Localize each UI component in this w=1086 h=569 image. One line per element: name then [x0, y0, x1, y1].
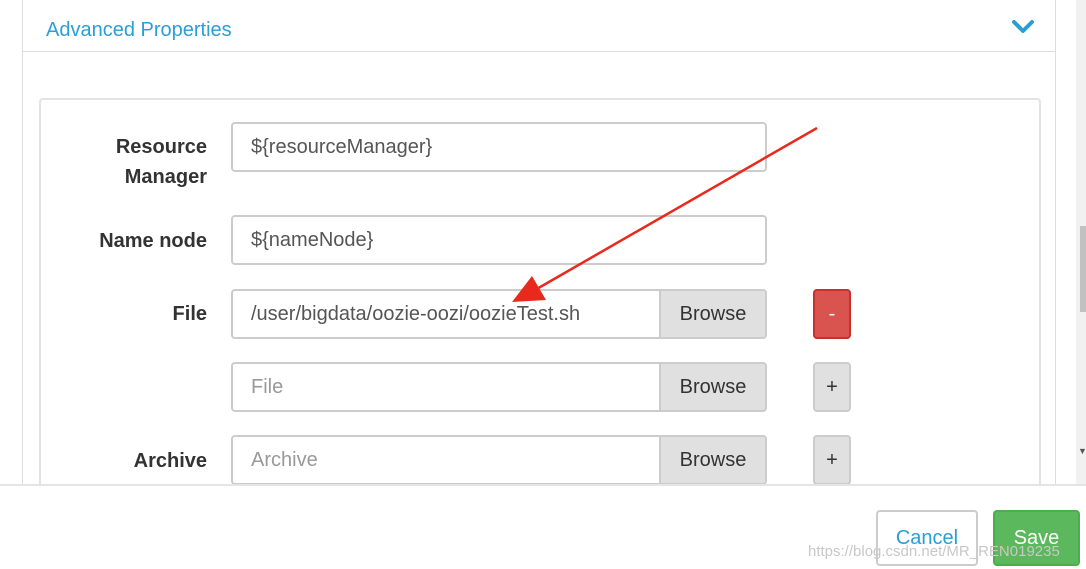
- file-input-empty[interactable]: File: [231, 362, 659, 412]
- file-label: File: [172, 303, 207, 325]
- archive-input-group: Archive Browse: [231, 435, 767, 484]
- add-archive-button[interactable]: +: [813, 435, 851, 484]
- modal-footer: Cancel Save https://blog.csdn.net/MR_REN…: [0, 484, 1086, 569]
- archive-input[interactable]: Archive: [231, 435, 659, 484]
- panel-heading[interactable]: Advanced Properties: [23, 8, 1055, 52]
- file-browse-button-2[interactable]: Browse: [659, 362, 767, 412]
- remove-file-button[interactable]: -: [813, 289, 851, 339]
- scroll-down-arrow-icon[interactable]: ▼: [1078, 446, 1086, 456]
- panel-title[interactable]: Advanced Properties: [46, 19, 232, 42]
- resource-manager-input[interactable]: ${resourceManager}: [231, 122, 767, 172]
- resource-manager-label: Resource Manager: [115, 136, 207, 188]
- file-input-group: /user/bigdata/oozie-oozi/oozieTest.sh Br…: [231, 289, 767, 339]
- add-file-button[interactable]: +: [813, 362, 851, 412]
- file-browse-button[interactable]: Browse: [659, 289, 767, 339]
- name-node-label: Name node: [99, 230, 207, 252]
- name-node-input[interactable]: ${nameNode}: [231, 215, 767, 265]
- chevron-down-icon[interactable]: [1011, 18, 1035, 36]
- advanced-properties-panel: Advanced Properties Resource Manager ${r…: [22, 0, 1056, 484]
- properties-form: Resource Manager ${resourceManager} Name…: [39, 98, 1041, 484]
- watermark: https://blog.csdn.net/MR_REN019235: [808, 543, 1060, 560]
- file-input-group-2: File Browse: [231, 362, 767, 412]
- scrollbar-thumb[interactable]: [1080, 226, 1086, 312]
- scroll-area: Advanced Properties Resource Manager ${r…: [0, 0, 1076, 484]
- file-input[interactable]: /user/bigdata/oozie-oozi/oozieTest.sh: [231, 289, 659, 339]
- archive-browse-button[interactable]: Browse: [659, 435, 767, 484]
- archive-label: Archive: [133, 450, 207, 472]
